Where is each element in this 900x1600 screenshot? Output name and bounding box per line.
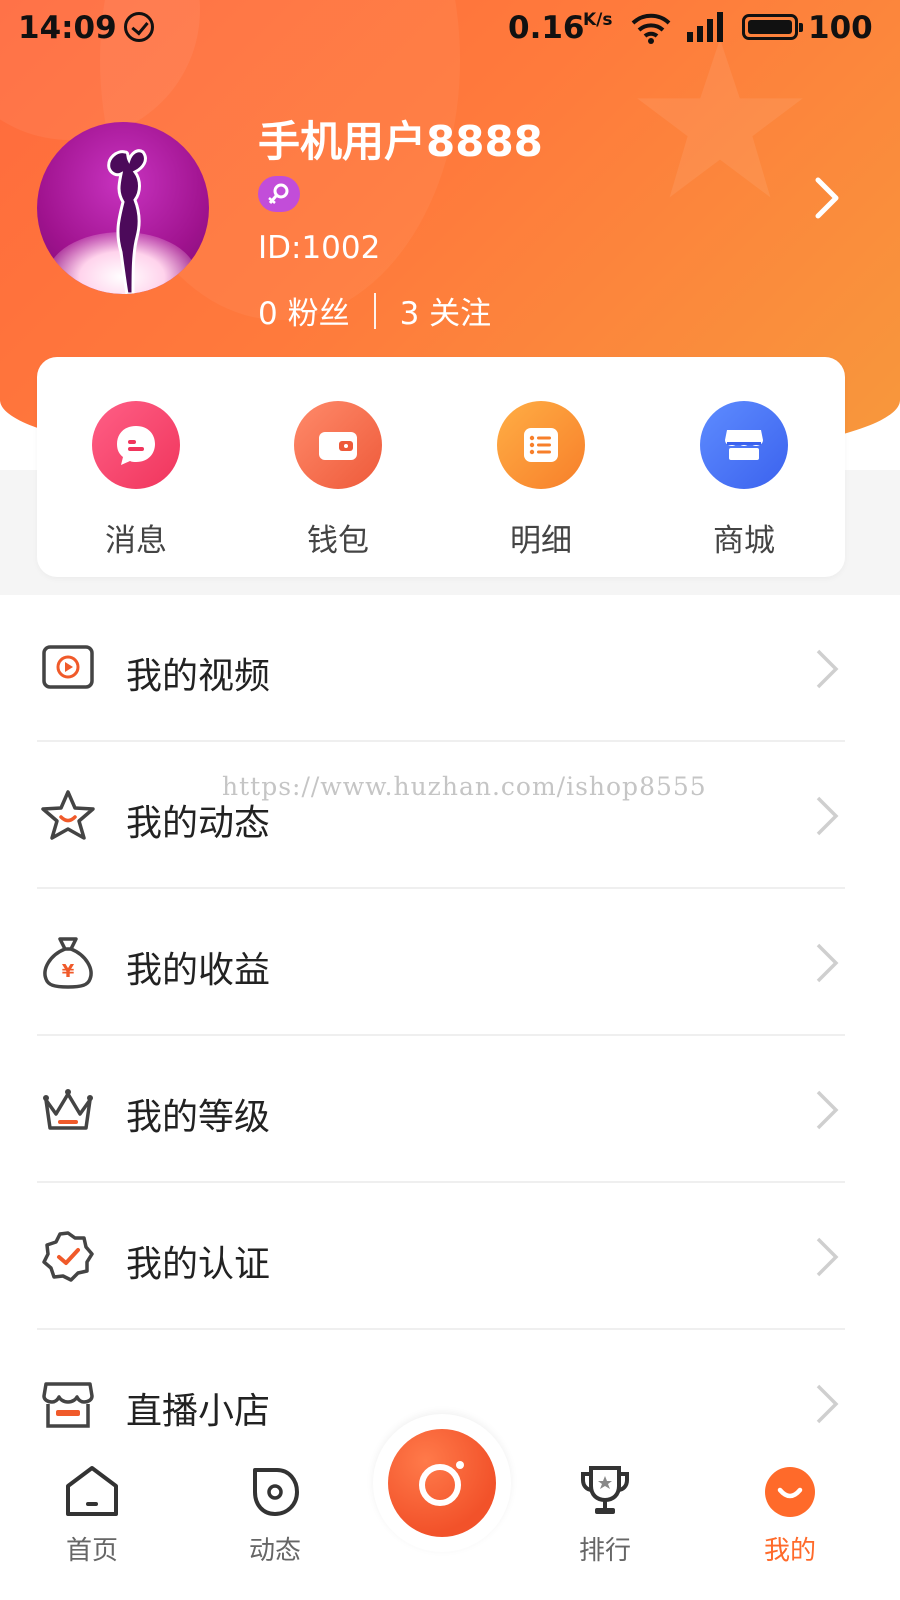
nav-item-label: 排行 [578, 1536, 631, 1566]
trophy-icon [581, 1466, 629, 1514]
home-icon [66, 1466, 118, 1516]
menu-item-label: 我的认证 [126, 1244, 271, 1285]
go-live-button[interactable] [373, 1414, 511, 1552]
quick-action-wallet[interactable]: 钱包 [278, 401, 398, 560]
message-icon [92, 401, 180, 489]
avatar-silhouette [107, 149, 147, 294]
store-icon [700, 401, 788, 489]
menu-list: 我的视频 我的动态 ¥ 我的收益 我的等级 我的认证 直播小店 [0, 595, 900, 1477]
divider [373, 292, 376, 329]
menu-item-label: 直播小店 [126, 1391, 271, 1432]
chevron-right-icon [816, 649, 839, 689]
quick-action-messages[interactable]: 消息 [76, 401, 196, 560]
watermark-text: https://www.huzhan.com/ishop8555 [222, 772, 707, 801]
menu-item-my-level[interactable]: 我的等级 [0, 1036, 900, 1183]
chevron-right-icon [816, 1384, 839, 1424]
battery-icon [742, 14, 803, 40]
star-decoration-icon [637, 39, 803, 198]
quick-actions-card: 消息 钱包 明细 商城 [37, 357, 845, 577]
list-icon [497, 401, 585, 489]
chevron-right-icon [816, 1237, 839, 1277]
menu-item-my-earnings[interactable]: ¥ 我的收益 [0, 889, 900, 1036]
quick-action-label: 消息 [105, 523, 167, 559]
female-icon [268, 183, 289, 204]
svg-text:¥: ¥ [62, 961, 75, 982]
fans-count[interactable]: 0 粉丝 [258, 288, 350, 333]
crown-icon [43, 1089, 93, 1130]
network-speed-unit: K/s [583, 10, 613, 30]
wifi-icon [631, 13, 671, 44]
menu-item-label: 我的收益 [126, 950, 271, 991]
signal-icon [687, 12, 723, 42]
nav-item-home[interactable]: 首页 [47, 1462, 137, 1567]
following-count[interactable]: 3 关注 [400, 288, 492, 333]
follow-stats: 0 粉丝 3 关注 [258, 288, 491, 333]
status-bar: 14:09 0.16 K/s 100 [0, 0, 900, 56]
shop-icon [42, 1382, 94, 1428]
chevron-right-icon [816, 1090, 839, 1130]
menu-item-my-moments[interactable]: 我的动态 [0, 742, 900, 889]
quick-action-label: 商城 [713, 523, 775, 559]
network-speed: 0.16 [508, 10, 585, 46]
nav-item-label: 动态 [248, 1536, 301, 1566]
user-id: ID:1002 [258, 230, 381, 266]
avatar[interactable] [37, 122, 209, 294]
nav-item-me[interactable]: 我的 [745, 1462, 835, 1567]
verified-badge-icon [42, 1231, 94, 1282]
chevron-right-icon[interactable] [808, 174, 844, 222]
menu-item-my-videos[interactable]: 我的视频 [0, 595, 900, 742]
nav-item-label: 我的 [763, 1536, 816, 1566]
camera-icon [388, 1429, 496, 1537]
menu-item-label: 我的动态 [126, 803, 271, 844]
check-circle-icon [124, 12, 154, 42]
me-icon [765, 1467, 815, 1517]
menu-item-label: 我的视频 [126, 656, 271, 697]
chevron-right-icon [816, 943, 839, 983]
bottom-nav: 首页 动态 排行 我的 [0, 1414, 900, 1600]
star-icon [41, 790, 95, 840]
quick-action-label: 明细 [510, 523, 572, 559]
menu-item-label: 我的等级 [126, 1097, 271, 1138]
money-bag-icon: ¥ [43, 937, 93, 989]
nav-item-ranking[interactable]: 排行 [560, 1462, 650, 1567]
battery-level: 100 [808, 10, 873, 46]
chevron-right-icon [816, 796, 839, 836]
quick-action-details[interactable]: 明细 [481, 401, 601, 560]
username: 手机用户8888 [258, 117, 543, 166]
moments-icon [253, 1468, 299, 1516]
menu-item-my-verification[interactable]: 我的认证 [0, 1183, 900, 1330]
status-time: 14:09 [18, 10, 117, 46]
wallet-icon [294, 401, 382, 489]
nav-item-moments[interactable]: 动态 [230, 1462, 320, 1567]
video-icon [42, 645, 94, 689]
quick-action-store[interactable]: 商城 [684, 401, 804, 560]
female-gender-badge [258, 176, 300, 212]
nav-item-label: 首页 [65, 1536, 118, 1566]
quick-action-label: 钱包 [307, 523, 369, 559]
